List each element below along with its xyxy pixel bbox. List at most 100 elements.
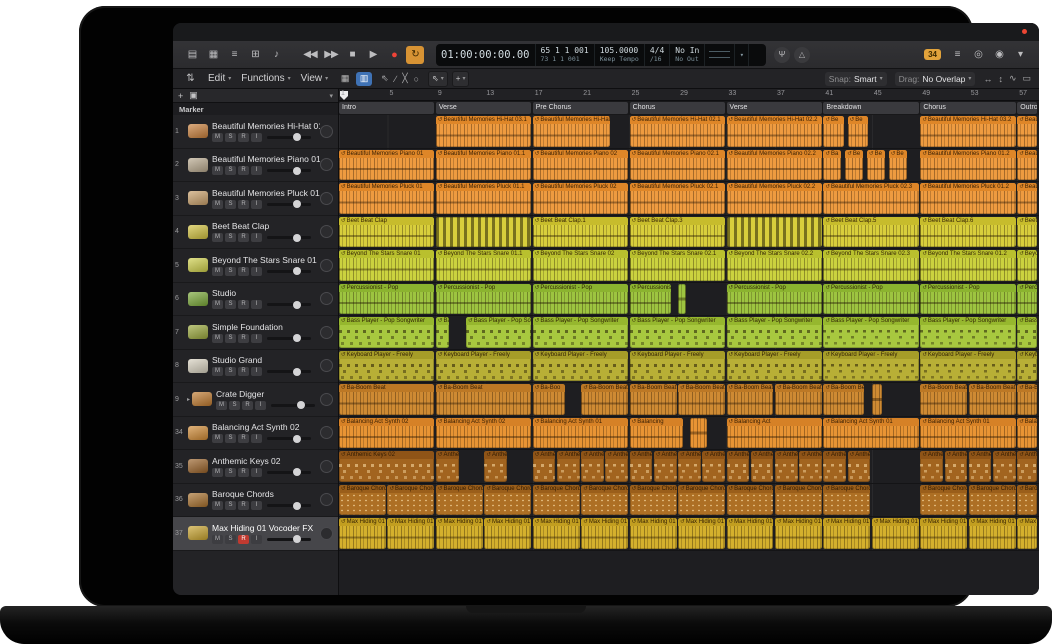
volume-thumb[interactable] [293,267,301,275]
region[interactable]: ↺Baroque Chords [533,485,580,516]
pencil-tool-icon[interactable]: ∕ [395,74,397,84]
record-enable-button[interactable]: R [238,367,249,376]
volume-thumb[interactable] [293,368,301,376]
volume-slider[interactable] [267,471,311,474]
region[interactable]: ↺Keyboard Player - Freely [436,351,531,382]
mute-button[interactable]: M [212,468,223,477]
region[interactable]: ↺Max Hiding 01 V [678,518,725,549]
region[interactable]: ↺Anthe [702,451,725,482]
more-options-icon[interactable]: ▾ [1011,46,1029,64]
notifications-icon[interactable]: ◎ [969,46,987,64]
mute-button[interactable]: M [212,200,223,209]
volume-thumb[interactable] [293,535,301,543]
region[interactable]: ↺Anthe [727,451,750,482]
solo-button[interactable]: S [225,334,236,343]
pan-knob[interactable] [320,225,333,238]
region[interactable]: ↺Max Hiding 01 V [630,518,677,549]
volume-slider[interactable] [267,303,311,306]
region[interactable]: ↺Max Hiding 01 V [436,518,483,549]
region[interactable]: ↺Baroque Chords [339,485,386,516]
region[interactable]: ↺Keyboard Player - Freely [920,351,1015,382]
bar-ruler[interactable]: 159131721252933374145495357 [339,89,1039,101]
region[interactable]: ↺Keyboard Player - Freely [823,351,918,382]
region[interactable]: ↺Keyboard Player - Freely [339,351,434,382]
region[interactable]: ↺Max Hiding 01 V [339,518,386,549]
mute-button[interactable]: M [212,300,223,309]
track-header[interactable]: 35Anthemic Keys 02MSRI [173,450,338,484]
pan-knob[interactable] [320,292,333,305]
track-header[interactable]: 9▸Crate DiggerMSRI [173,383,338,417]
volume-slider[interactable] [267,270,311,273]
pan-knob[interactable] [320,259,333,272]
left-click-tool-selector[interactable]: ⇖▾ [428,71,448,87]
input-monitor-button[interactable]: I [251,267,262,276]
region[interactable]: ↺Anthe [751,451,774,482]
arrangement-marker[interactable]: Chorus [920,102,1015,114]
record-enable-button[interactable]: R [238,535,249,544]
region[interactable]: ↺Bass Player - Pop Songwriter [339,317,434,348]
region[interactable]: ↺Balancing Act Synth 02 [436,418,531,449]
region[interactable]: ↺Beyond The Stars Snare 02.3 [823,250,918,281]
pan-knob[interactable] [320,158,333,171]
region[interactable]: ↺Baroque Chords [727,485,774,516]
region[interactable]: ↺Baroque Chords [581,485,628,516]
region[interactable]: ↺Beautiful Memories Piano 02.2 [727,150,822,181]
arrangement-marker[interactable]: Intro [339,102,434,114]
region[interactable]: ↺Beet Beat Clap [339,217,434,248]
pointer-tool-icon[interactable]: ⇖ [381,73,389,84]
region[interactable]: ↺Anthe [775,451,798,482]
region[interactable]: ↺Ba-Boom Beat [436,384,531,415]
region[interactable]: ↺Bass Player - Pop Songwriter [823,317,918,348]
track-header[interactable]: 1Beautiful Memories Hi-Hat 01MSRI [173,115,338,149]
region[interactable]: ↺Bass Player - Pop Songwriter [727,317,822,348]
mute-button[interactable]: M [212,501,223,510]
lcd-tempo[interactable]: 105.0000 Keep Tempo [595,44,645,66]
track-header[interactable]: 5Beyond The Stars Snare 01MSRI [173,249,338,283]
record-enable-button[interactable]: R [238,267,249,276]
solo-button[interactable]: S [225,434,236,443]
loop-browser-icon[interactable]: ♪ [267,46,285,64]
region[interactable]: ↺Beautiful Memories Piano 02 [533,150,628,181]
region[interactable]: ↺Beautifu [1017,183,1037,214]
record-enable-button[interactable]: R [238,501,249,510]
grid-view-icon[interactable]: ▦ [337,72,353,86]
region[interactable]: ↺Max Hid [1017,518,1037,549]
lcd-display[interactable]: 01:00:00:00.00 65 1 1 001 73 1 1 001 105… [436,44,766,66]
record-enable-button[interactable]: R [238,334,249,343]
metronome-icon[interactable]: △ [794,47,810,63]
region[interactable]: ↺Be [845,150,863,181]
region[interactable]: ↺Beautiful Memories Pluck 01.2 [920,183,1015,214]
region[interactable]: ↺Baroque Chords [775,485,822,516]
input-monitor-button[interactable]: I [251,233,262,242]
track-header[interactable]: 37Max Hiding 01 Vocoder FXMSRI [173,517,338,551]
region[interactable]: ↺Balancing Act Syn [1017,418,1037,449]
volume-thumb[interactable] [293,468,301,476]
input-monitor-button[interactable]: I [251,434,262,443]
region[interactable] [872,384,883,415]
solo-button[interactable]: S [229,401,240,410]
track-header[interactable]: 7Simple FoundationMSRI [173,316,338,350]
region[interactable]: ↺Baroque Chords [484,485,531,516]
arrangement-marker[interactable]: Outro [1017,102,1037,114]
record-enable-button[interactable]: R [242,401,253,410]
input-monitor-button[interactable]: I [251,200,262,209]
zoom-tool-icon[interactable]: ○ [414,74,419,84]
track-header[interactable]: 3Beautiful Memories Pluck 01MSRI [173,182,338,216]
region[interactable]: ↺Bass Player - Pop Songwriter [920,317,1015,348]
region[interactable]: ↺Percussionist - Pop [436,284,531,315]
volume-slider[interactable] [267,136,311,139]
volume-slider[interactable] [267,370,311,373]
region[interactable]: ↺Anthe [533,451,556,482]
region[interactable]: ↺Be [867,150,885,181]
region[interactable]: ↺Beautiful Memories Pluck 02.1 [630,183,725,214]
region[interactable]: ↺Percussionist - [630,284,671,315]
arrangement-marker[interactable]: Chorus [630,102,725,114]
lcd-signature[interactable]: 4/4 /16 [645,44,670,66]
region[interactable]: ↺Percussionist - Pop [339,284,434,315]
pan-knob[interactable] [320,426,333,439]
cycle-button[interactable]: ↻ [406,46,424,64]
region[interactable]: ↺Beet Beat Clap.5 [823,217,918,248]
region[interactable] [436,217,531,248]
track-header[interactable]: 8Studio GrandMSRI [173,350,338,384]
region[interactable]: ↺Beautiful Memories Pluck 01 [339,183,434,214]
